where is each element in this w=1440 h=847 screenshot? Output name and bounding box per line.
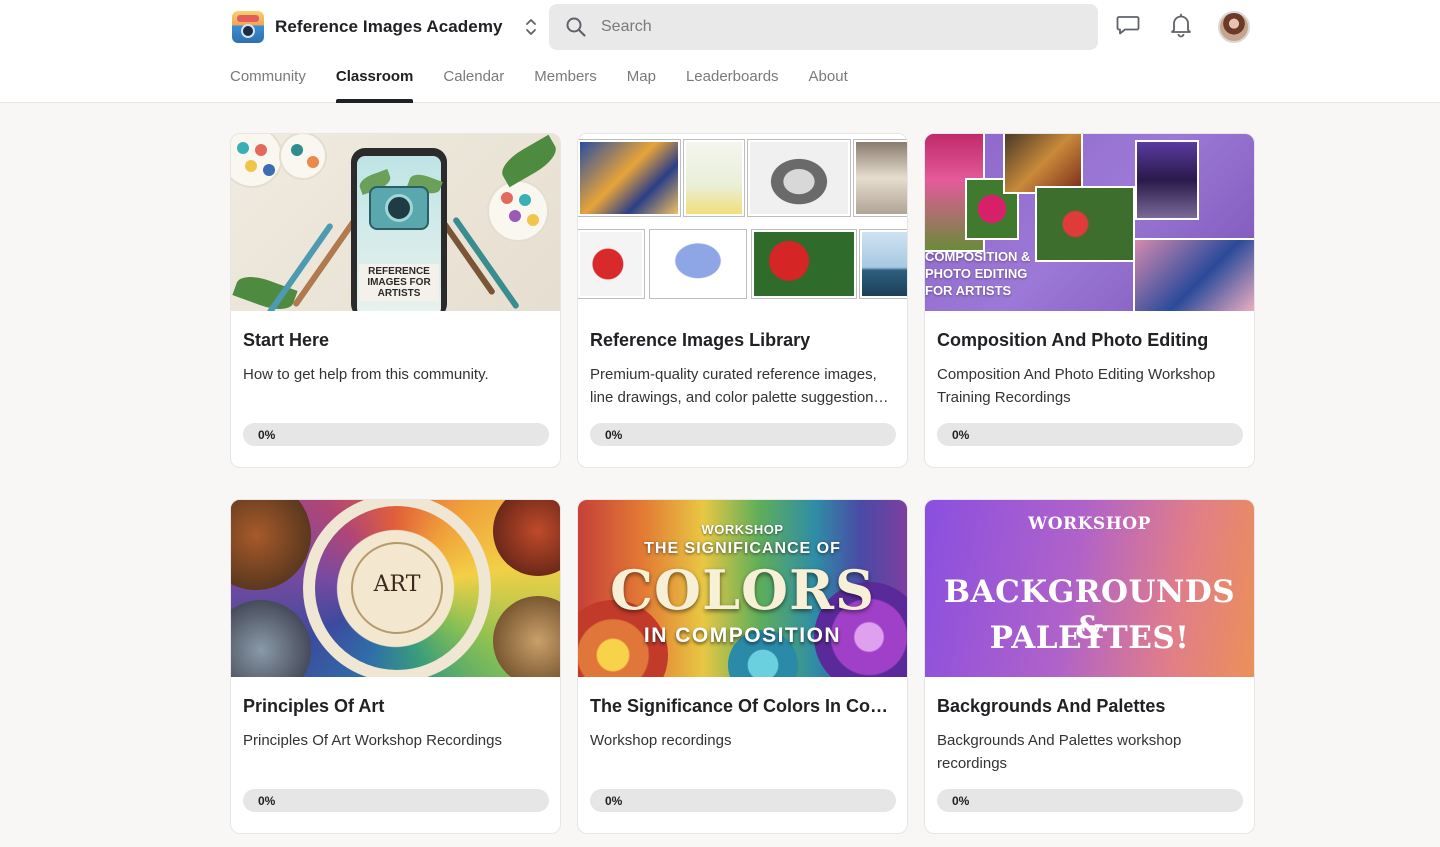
course-thumbnail: COMPOSITION & PHOTO EDITING FOR ARTISTS (925, 134, 1254, 311)
course-card-reference-library[interactable]: Reference Images Library Premium-quality… (577, 133, 908, 468)
community-logo (232, 11, 264, 43)
tab-about[interactable]: About (809, 58, 848, 103)
user-avatar[interactable] (1218, 11, 1250, 43)
thumbnail-caption-tagline: IN COMPOSITION (643, 624, 842, 647)
tab-classroom[interactable]: Classroom (335, 58, 413, 103)
thumbnail-caption-title: COLORS (610, 558, 875, 622)
top-header: Reference Images Academy Community Class… (0, 0, 1440, 103)
course-card-start-here[interactable]: REFERENCE IMAGES FOR ARTISTS Start Here … (230, 133, 561, 468)
thumbnail-caption: ART (351, 542, 443, 634)
course-title: Composition And Photo Editing (937, 330, 1209, 350)
search-input[interactable] (601, 18, 1081, 36)
chat-icon[interactable] (1115, 12, 1141, 38)
community-switcher[interactable]: Reference Images Academy (232, 10, 539, 44)
course-title: Start Here (243, 330, 330, 350)
course-grid: REFERENCE IMAGES FOR ARTISTS Start Here … (230, 133, 1255, 834)
thumbnail-caption: REFERENCE IMAGES FOR ARTISTS (359, 264, 439, 301)
tab-members[interactable]: Members (534, 58, 597, 103)
course-thumbnail (578, 134, 907, 311)
course-progress-bar: 0% (590, 423, 896, 446)
course-description: Premium-quality curated reference images… (590, 366, 882, 406)
course-description: Backgrounds And Palettes workshop record… (937, 732, 1182, 772)
progress-label: 0% (952, 428, 970, 442)
thumbnail-caption-workshop: WORKSHOP (1028, 514, 1151, 534)
course-card-principles-of-art[interactable]: ART Principles Of Art Principles Of Art … (230, 499, 561, 834)
progress-label: 0% (605, 794, 623, 808)
course-thumbnail: ART (231, 500, 560, 677)
progress-label: 0% (258, 794, 276, 808)
course-thumbnail: WORKSHOP THE SIGNIFICANCE OF COLORS IN C… (578, 500, 907, 677)
course-title: Reference Images Library (590, 330, 811, 350)
course-thumbnail: REFERENCE IMAGES FOR ARTISTS (231, 134, 560, 311)
course-card-composition[interactable]: COMPOSITION & PHOTO EDITING FOR ARTISTS … (924, 133, 1255, 468)
progress-label: 0% (952, 794, 970, 808)
course-description: Composition And Photo Editing Workshop T… (937, 366, 1216, 406)
course-description: Workshop recordings (590, 732, 732, 749)
course-title: Principles Of Art (243, 696, 385, 716)
course-progress-bar: 0% (590, 789, 896, 812)
thumbnail-caption: COMPOSITION & PHOTO EDITING FOR ARTISTS (925, 249, 1031, 298)
course-description: Principles Of Art Workshop Recordings (243, 732, 502, 749)
course-thumbnail: WORKSHOP BACKGROUNDS & PALETTES! (925, 500, 1254, 677)
community-name: Reference Images Academy (275, 17, 503, 36)
thumbnail-caption-workshop: WORKSHOP (701, 522, 784, 537)
search-bar[interactable] (549, 4, 1098, 50)
course-card-backgrounds-palettes[interactable]: WORKSHOP BACKGROUNDS & PALETTES! Backgro… (924, 499, 1255, 834)
thumbnail-caption-line2: PALETTES! (989, 620, 1190, 656)
course-title: The Significance Of Colors In Compositio… (590, 696, 896, 716)
tab-calendar[interactable]: Calendar (443, 58, 504, 103)
course-progress-bar: 0% (243, 789, 549, 812)
progress-label: 0% (605, 428, 623, 442)
chevron-up-down-icon[interactable] (523, 15, 539, 39)
tab-community[interactable]: Community (230, 58, 306, 103)
course-progress-bar: 0% (937, 423, 1243, 446)
search-icon (565, 16, 587, 38)
course-title: Backgrounds And Palettes (937, 696, 1166, 716)
main-nav: Community Classroom Calendar Members Map… (230, 58, 878, 103)
course-description: How to get help from this community. (243, 366, 489, 383)
course-progress-bar: 0% (937, 789, 1243, 812)
bell-icon[interactable] (1168, 12, 1194, 38)
course-card-significance-of-colors[interactable]: WORKSHOP THE SIGNIFICANCE OF COLORS IN C… (577, 499, 908, 834)
progress-label: 0% (258, 428, 276, 442)
tab-leaderboards[interactable]: Leaderboards (686, 58, 779, 103)
thumbnail-caption-subtitle: THE SIGNIFICANCE OF (644, 540, 841, 557)
tab-map[interactable]: Map (627, 58, 656, 103)
course-progress-bar: 0% (243, 423, 549, 446)
